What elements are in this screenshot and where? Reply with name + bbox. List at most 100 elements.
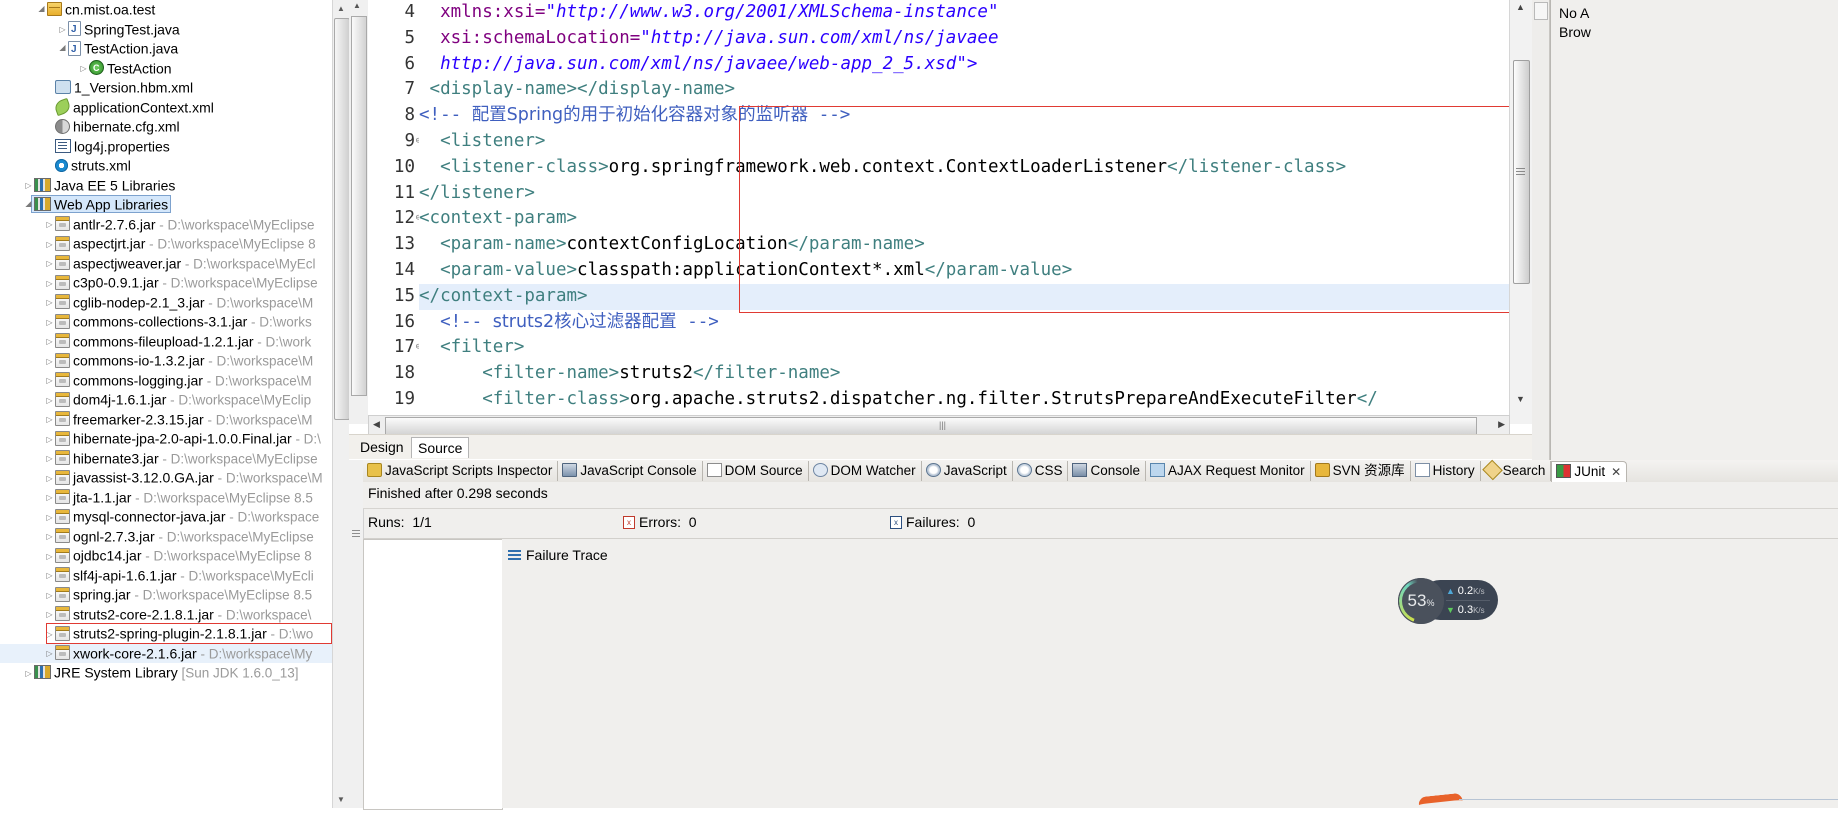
- tree-item[interactable]: applicationContext.xml: [0, 97, 333, 118]
- code-line[interactable]: <filter-class>org.apache.struts2.dispatc…: [419, 387, 1510, 413]
- tree-item-content[interactable]: xwork-core-2.1.6.jar - D:\workspace\My: [55, 645, 312, 661]
- tree-item[interactable]: struts.xml: [0, 156, 333, 176]
- expand-arrow-icon[interactable]: [44, 508, 55, 528]
- expand-arrow-icon[interactable]: [44, 625, 55, 645]
- junit-test-tree[interactable]: [363, 539, 503, 810]
- code-line[interactable]: <listener-class>org.springframework.web.…: [419, 155, 1510, 181]
- editor-vertical-scrollbar[interactable]: ▲ ▼: [1509, 0, 1532, 424]
- tree-item-content[interactable]: cn.mist.oa.test: [47, 1, 155, 18]
- code-line[interactable]: <filter>: [419, 335, 1510, 361]
- tree-item[interactable]: Java EE 5 Libraries: [0, 176, 333, 196]
- code-line[interactable]: <!-- 配置Spring的用于初始化容器对象的监听器 -->: [419, 103, 1510, 129]
- expand-arrow-icon[interactable]: [44, 566, 55, 586]
- scroll-up-arrow-icon[interactable]: ▲: [333, 0, 349, 17]
- right-outline-column[interactable]: No A Brow: [1532, 0, 1838, 460]
- tree-item-content[interactable]: TestAction: [89, 59, 172, 79]
- tree-item-content[interactable]: slf4j-api-1.6.1.jar - D:\workspace\MyEcl…: [55, 567, 314, 583]
- bottom-tab-javascript[interactable]: JavaScript: [922, 461, 1013, 481]
- tree-item-content[interactable]: TestAction.java: [68, 40, 178, 59]
- tree-item[interactable]: ognl-2.7.3.jar - D:\workspace\MyEclipse: [0, 527, 333, 547]
- project-tree[interactable]: cn.mist.oa.test SpringTest.java TestAction…: [0, 0, 333, 683]
- expand-arrow-icon[interactable]: [44, 293, 55, 313]
- bottom-tab-ajax-request-monitor[interactable]: AJAX Request Monitor: [1146, 461, 1311, 481]
- expand-arrow-icon[interactable]: [44, 332, 55, 352]
- tree-item-content[interactable]: freemarker-2.3.15.jar - D:\workspace\M: [55, 411, 313, 427]
- bottom-panel-left-scrollbar[interactable]: [349, 460, 364, 808]
- bottom-tab-dom-watcher[interactable]: DOM Watcher: [809, 461, 922, 481]
- tree-item-content[interactable]: log4j.properties: [55, 138, 170, 154]
- scrollbar-thumb[interactable]: [334, 18, 349, 420]
- expand-arrow-icon[interactable]: [44, 527, 55, 547]
- explorer-vertical-scrollbar[interactable]: ▲ ▼: [332, 0, 349, 808]
- tree-item-content[interactable]: Java EE 5 Libraries: [34, 177, 175, 193]
- code-line[interactable]: xmlns:xsi="http://www.w3.org/2001/XMLSch…: [419, 0, 1510, 26]
- tree-item[interactable]: cn.mist.oa.test: [0, 0, 333, 20]
- code-line[interactable]: <context-param>: [419, 206, 1510, 232]
- tree-item[interactable]: Web App Libraries: [0, 195, 333, 215]
- tree-item[interactable]: c3p0-0.9.1.jar - D:\workspace\MyEclipse: [0, 273, 333, 293]
- expand-arrow-icon[interactable]: [44, 586, 55, 606]
- bottom-tab-console[interactable]: Console: [1068, 461, 1147, 481]
- tree-item-content[interactable]: spring.jar - D:\workspace\MyEclipse 8.5: [55, 586, 312, 603]
- tree-item-content[interactable]: ojdbc14.jar - D:\workspace\MyEclipse 8: [55, 547, 312, 564]
- tree-item[interactable]: jta-1.1.jar - D:\workspace\MyEclipse 8.5: [0, 488, 333, 508]
- tree-item-content[interactable]: Web App Libraries: [30, 195, 172, 213]
- tree-item-content[interactable]: antlr-2.7.6.jar - D:\workspace\MyEclipse: [55, 216, 315, 232]
- tree-item[interactable]: commons-collections-3.1.jar - D:\works: [0, 312, 333, 332]
- tree-item[interactable]: javassist-3.12.0.GA.jar - D:\workspace\M: [0, 468, 333, 488]
- code-line[interactable]: <!-- struts2核心过滤器配置 -->: [419, 310, 1510, 336]
- tree-item[interactable]: freemarker-2.3.15.jar - D:\workspace\M: [0, 410, 333, 430]
- expand-arrow-icon[interactable]: [78, 59, 89, 79]
- tree-item[interactable]: hibernate.cfg.xml: [0, 117, 333, 137]
- tree-item[interactable]: 1_Version.hbm.xml: [0, 78, 333, 98]
- tree-item-content[interactable]: c3p0-0.9.1.jar - D:\workspace\MyEclipse: [55, 274, 318, 291]
- tree-item-content[interactable]: struts2-core-2.1.8.1.jar - D:\workspace\: [55, 606, 311, 622]
- expand-arrow-icon[interactable]: [44, 644, 55, 664]
- tree-item[interactable]: struts2-spring-plugin-2.1.8.1.jar - D:\w…: [0, 624, 333, 644]
- tree-item-content[interactable]: struts2-spring-plugin-2.1.8.1.jar - D:\w…: [55, 625, 313, 642]
- editor-hscroll-left-icon[interactable]: ◀: [373, 419, 380, 430]
- tree-item[interactable]: aspectjweaver.jar - D:\workspace\MyEcl: [0, 254, 333, 274]
- tree-item-content[interactable]: mysql-connector-java.jar - D:\workspace: [55, 508, 319, 525]
- tree-item-content[interactable]: JRE System Library [Sun JDK 1.6.0_13]: [34, 664, 299, 681]
- editor-left-ruler-scrollbar[interactable]: ▲: [349, 0, 369, 424]
- code-line[interactable]: <listener>: [419, 129, 1510, 155]
- editor-area[interactable]: ▲ 4 5 6 7 8 9⊖10 11 12⊖13 14 15 16 17⊖18 19 xmlns:xs…: [349, 0, 1838, 460]
- tree-item-content[interactable]: commons-io-1.3.2.jar - D:\workspace\M: [55, 352, 313, 369]
- bottom-tab-search[interactable]: Search: [1481, 460, 1552, 481]
- expand-arrow-icon[interactable]: [44, 430, 55, 450]
- tree-item-content[interactable]: applicationContext.xml: [53, 97, 214, 116]
- tree-item-content[interactable]: cglib-nodep-2.1_3.jar - D:\workspace\M: [55, 294, 313, 310]
- expand-arrow-icon[interactable]: [44, 215, 55, 235]
- editor-marker-gutter[interactable]: [368, 0, 384, 424]
- tree-item[interactable]: SpringTest.java: [0, 20, 333, 40]
- code-line[interactable]: <display-name></display-name>: [419, 77, 1510, 103]
- tree-item-content[interactable]: ognl-2.7.3.jar - D:\workspace\MyEclipse: [55, 528, 314, 544]
- tree-item[interactable]: commons-fileupload-1.2.1.jar - D:\work: [0, 332, 333, 352]
- code-line[interactable]: http://java.sun.com/xml/ns/javaee/web-ap…: [419, 52, 1510, 78]
- expand-arrow-icon[interactable]: [44, 449, 55, 469]
- expand-arrow-icon[interactable]: [44, 488, 55, 508]
- editor-vscroll-up-icon[interactable]: ▲: [1516, 2, 1525, 12]
- code-line[interactable]: <filter-name>struts2</filter-name>: [419, 361, 1510, 387]
- bottom-tab-junit[interactable]: JUnit ✕: [1551, 461, 1628, 483]
- tree-item[interactable]: dom4j-1.6.1.jar - D:\workspace\MyEclip: [0, 390, 333, 410]
- tree-item-content[interactable]: aspectjweaver.jar - D:\workspace\MyEcl: [55, 255, 315, 271]
- tree-item-content[interactable]: dom4j-1.6.1.jar - D:\workspace\MyEclip: [55, 391, 311, 408]
- code-line[interactable]: </context-param>: [419, 283, 1510, 310]
- tree-item[interactable]: spring.jar - D:\workspace\MyEclipse 8.5: [0, 585, 333, 605]
- tree-item-content[interactable]: commons-fileupload-1.2.1.jar - D:\work: [55, 333, 311, 349]
- right-scroll-box[interactable]: [1534, 2, 1548, 20]
- tree-item[interactable]: TestAction: [0, 59, 333, 79]
- tree-item[interactable]: antlr-2.7.6.jar - D:\workspace\MyEclipse: [0, 215, 333, 235]
- tree-item-content[interactable]: 1_Version.hbm.xml: [55, 79, 193, 96]
- close-icon[interactable]: ✕: [1611, 465, 1621, 479]
- tree-item-content[interactable]: struts.xml: [55, 157, 131, 174]
- tree-item[interactable]: cglib-nodep-2.1_3.jar - D:\workspace\M: [0, 293, 333, 313]
- tree-item[interactable]: log4j.properties: [0, 137, 333, 157]
- tree-item-content[interactable]: aspectjrt.jar - D:\workspace\MyEclipse 8: [55, 235, 316, 252]
- tab-source[interactable]: Source: [411, 437, 470, 458]
- failure-trace-pane[interactable]: Failure Trace: [502, 539, 1838, 808]
- tree-item-content[interactable]: commons-collections-3.1.jar - D:\works: [55, 313, 312, 330]
- bottom-tab-javascript-scripts-inspector[interactable]: JavaScript Scripts Inspector: [363, 461, 559, 481]
